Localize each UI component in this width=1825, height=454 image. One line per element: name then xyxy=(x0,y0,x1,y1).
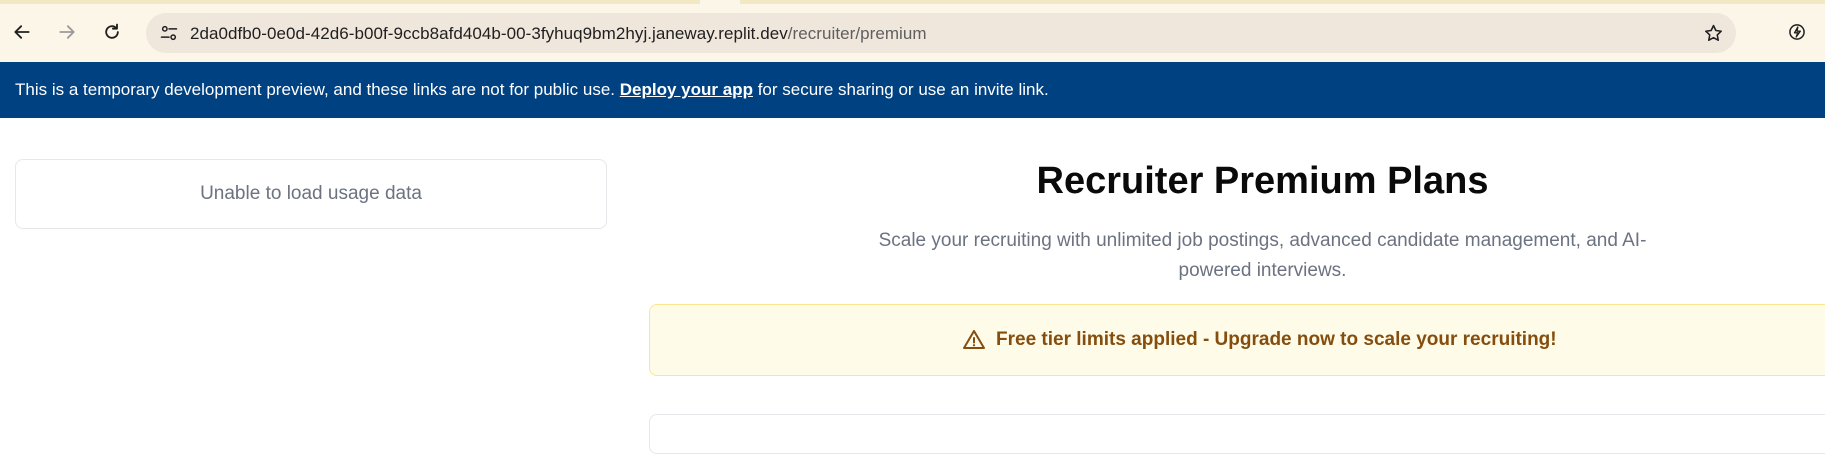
free-tier-alert: Free tier limits applied - Upgrade now t… xyxy=(649,304,1825,376)
alert-content: Free tier limits applied - Upgrade now t… xyxy=(962,328,1557,352)
pricing-card-top-edge xyxy=(649,414,1825,454)
url-host: 2da0dfb0-0e0d-42d6-b00f-9ccb8afd404b-00-… xyxy=(190,24,788,43)
forward-button[interactable] xyxy=(52,17,82,47)
page-subtitle: Scale your recruiting with unlimited job… xyxy=(878,230,1647,281)
back-icon xyxy=(14,25,30,39)
usage-error-message: Unable to load usage data xyxy=(200,183,422,204)
banner-text-before: This is a temporary development preview,… xyxy=(15,80,616,99)
warning-icon xyxy=(963,330,985,349)
performance-icon xyxy=(1789,24,1805,40)
page-title: Recruiter Premium Plans xyxy=(1036,160,1489,202)
bookmark-star-icon xyxy=(1704,24,1722,41)
dev-preview-banner: This is a temporary development preview,… xyxy=(0,62,1825,118)
tab-strip-edge xyxy=(0,0,700,4)
browser-toolbar: 2da0dfb0-0e0d-42d6-b00f-9ccb8afd404b-00-… xyxy=(0,0,1825,62)
url-text[interactable]: 2da0dfb0-0e0d-42d6-b00f-9ccb8afd404b-00-… xyxy=(190,24,927,44)
deploy-app-link[interactable]: Deploy your app xyxy=(620,80,753,99)
tab-strip-edge xyxy=(740,0,1825,4)
banner-text: This is a temporary development preview,… xyxy=(15,80,1049,100)
usage-data-card: Unable to load usage data xyxy=(15,159,607,229)
reload-icon xyxy=(105,23,119,39)
banner-text-after: for secure sharing or use an invite link… xyxy=(757,80,1049,99)
reload-button[interactable] xyxy=(97,17,127,47)
site-info-button[interactable] xyxy=(156,20,182,46)
bookmark-button[interactable] xyxy=(1700,20,1726,46)
address-bar[interactable]: 2da0dfb0-0e0d-42d6-b00f-9ccb8afd404b-00-… xyxy=(146,13,1736,53)
forward-icon xyxy=(59,25,75,39)
site-info-icon xyxy=(160,25,178,41)
url-path: /recruiter/premium xyxy=(787,24,927,43)
alert-text: Free tier limits applied - Upgrade now t… xyxy=(996,329,1557,350)
performance-button[interactable] xyxy=(1782,17,1812,47)
back-button[interactable] xyxy=(7,17,37,47)
